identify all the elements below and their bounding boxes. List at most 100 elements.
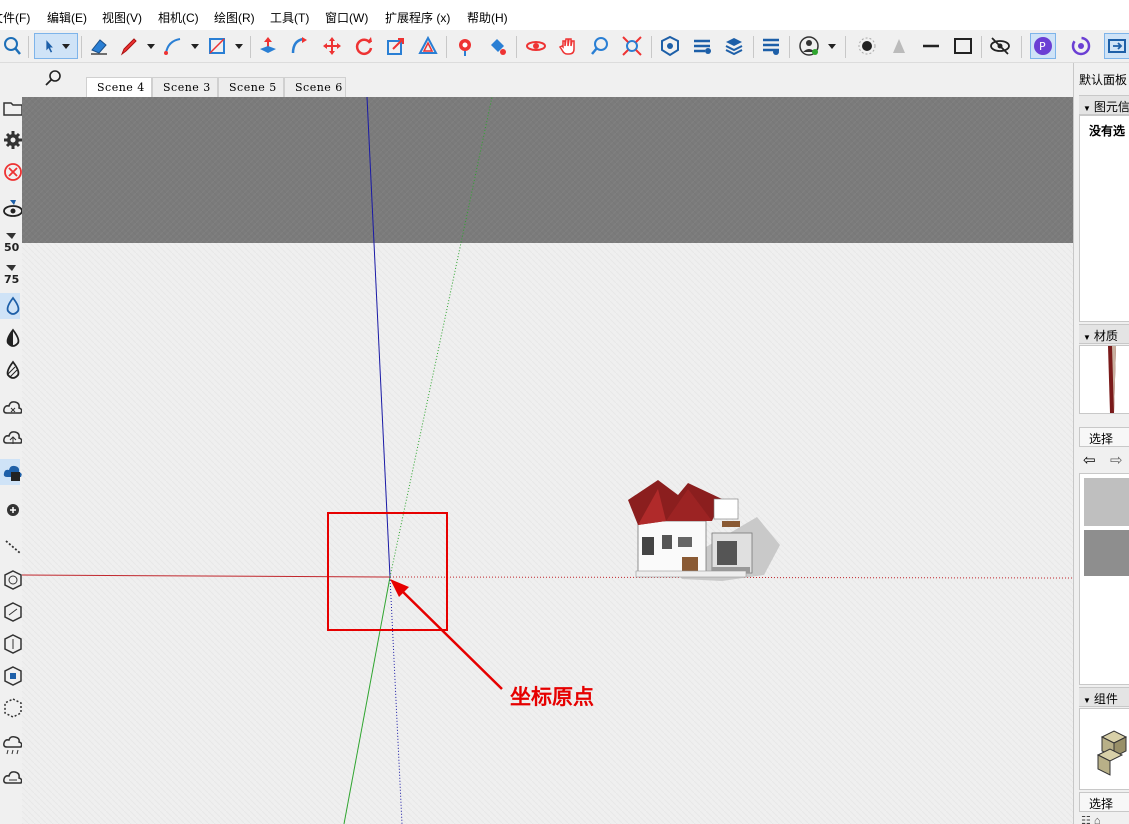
rotate-icon[interactable] xyxy=(351,33,377,59)
collapse-triangle-icon: ▼ xyxy=(1083,696,1091,705)
dotted-line-icon[interactable] xyxy=(0,533,21,559)
select-tool-button[interactable] xyxy=(34,33,78,59)
cancel-icon[interactable] xyxy=(0,159,22,185)
gear-icon[interactable] xyxy=(0,127,22,153)
collapse-triangle-icon: ▼ xyxy=(1083,104,1091,113)
tab-scene-3[interactable]: Scene 3 xyxy=(152,77,218,97)
3d-warehouse-icon[interactable] xyxy=(657,33,683,59)
hatched-drop-icon[interactable] xyxy=(0,357,20,383)
window-box-icon[interactable] xyxy=(950,33,976,59)
tab-scene-4[interactable]: Scene 4 xyxy=(86,77,152,97)
section-icon-5[interactable] xyxy=(0,695,22,721)
rectangle-icon[interactable] xyxy=(204,33,230,59)
collapse-triangle-icon: ▼ xyxy=(1083,333,1091,342)
menu-edit[interactable]: 编辑(E) xyxy=(47,9,87,26)
move-icon[interactable] xyxy=(319,33,345,59)
scene-tabs-bar: Scene 4 Scene 3 Scene 5 Scene 6 xyxy=(22,63,1073,97)
extension-warehouse-icon[interactable] xyxy=(689,33,715,59)
chevron-down-icon[interactable] xyxy=(233,33,245,59)
menu-view[interactable]: 视图(V) xyxy=(102,9,142,26)
model-viewport[interactable]: 坐标原点 xyxy=(22,97,1073,824)
material-swatch-icon xyxy=(1108,346,1116,413)
cloud-icon[interactable] xyxy=(0,765,23,791)
badge-75-icon[interactable]: 75 xyxy=(0,261,20,287)
components-header[interactable]: ▼ 组件 xyxy=(1079,687,1129,707)
materials-select-tab[interactable]: 选择 xyxy=(1079,427,1129,447)
cloud-upload-icon[interactable] xyxy=(0,425,23,451)
push-pull-icon[interactable] xyxy=(255,33,281,59)
component-cubes-icon xyxy=(1096,730,1128,776)
pan-icon[interactable] xyxy=(555,33,581,59)
eye-icon[interactable] xyxy=(0,195,23,221)
menu-file[interactable]: 文件(F) xyxy=(0,9,30,26)
chevron-down-icon[interactable] xyxy=(145,33,157,59)
menu-draw[interactable]: 绘图(R) xyxy=(214,9,255,26)
layerout-icon[interactable] xyxy=(721,33,747,59)
scale-icon[interactable] xyxy=(383,33,409,59)
menu-extensions[interactable]: 扩展程序 (x) xyxy=(385,9,450,26)
hide-eye-icon[interactable] xyxy=(987,33,1013,59)
origin-annotation-label: 坐标原点 xyxy=(510,685,594,709)
svg-text:50: 50 xyxy=(4,241,20,253)
profile-icon[interactable] xyxy=(796,33,822,59)
view-options-icon[interactable]: ☷ ⌂ xyxy=(1081,814,1101,824)
orbit-icon[interactable] xyxy=(523,33,549,59)
material-preview xyxy=(1079,345,1129,414)
cloud-rain-icon[interactable] xyxy=(0,733,23,759)
plugin-next-icon[interactable] xyxy=(1104,33,1129,59)
cloud-x-icon[interactable] xyxy=(0,395,23,421)
cloud-sync-icon[interactable] xyxy=(0,459,22,485)
plus-icon[interactable] xyxy=(0,497,20,523)
shadow-dot-icon[interactable] xyxy=(854,33,880,59)
shadow-triangle-icon[interactable] xyxy=(886,33,912,59)
zoom-icon[interactable] xyxy=(0,33,24,59)
menu-window[interactable]: 窗口(W) xyxy=(325,9,368,26)
viewport-overlay xyxy=(22,97,1073,824)
component-preview xyxy=(1079,708,1129,790)
line-style-icon[interactable] xyxy=(918,33,944,59)
search-icon[interactable] xyxy=(44,69,64,89)
back-arrow-icon[interactable]: ⇦ xyxy=(1083,451,1096,469)
pencil-line-icon[interactable] xyxy=(116,33,142,59)
section-icon-2[interactable] xyxy=(0,599,22,625)
paint-bucket-icon[interactable] xyxy=(484,33,510,59)
material-list xyxy=(1079,473,1129,685)
chevron-down-icon[interactable] xyxy=(826,33,838,59)
materials-header[interactable]: ▼ 材质 xyxy=(1079,324,1129,344)
material-thumb[interactable] xyxy=(1084,530,1129,576)
chevron-down-icon xyxy=(62,44,70,49)
zoom-extents-icon[interactable] xyxy=(619,33,645,59)
tab-scene-5[interactable]: Scene 5 xyxy=(218,77,284,97)
zoom-view-icon[interactable] xyxy=(587,33,613,59)
follow-me-icon[interactable] xyxy=(287,33,313,59)
arc-icon[interactable] xyxy=(160,33,186,59)
main-toolbar: P xyxy=(0,30,1129,63)
entity-info-header[interactable]: ▼ 图元信 xyxy=(1079,95,1129,115)
extension-manager-icon[interactable] xyxy=(758,33,784,59)
section-icon-4[interactable] xyxy=(0,663,22,689)
menu-bar: 文件(F) 编辑(E) 视图(V) 相机(C) 绘图(R) 工具(T) 窗口(W… xyxy=(0,0,1129,30)
offset-icon[interactable] xyxy=(415,33,441,59)
svg-text:75: 75 xyxy=(4,273,19,285)
half-drop-icon[interactable] xyxy=(0,325,20,351)
plugin-spin-icon[interactable] xyxy=(1068,33,1094,59)
section-icon-3[interactable] xyxy=(0,631,22,657)
components-select-tab[interactable]: 选择 xyxy=(1079,792,1129,812)
menu-help[interactable]: 帮助(H) xyxy=(467,9,508,26)
plugin-p-icon[interactable]: P xyxy=(1030,33,1056,59)
badge-50-icon[interactable]: 50 xyxy=(0,229,20,255)
forward-arrow-icon[interactable]: ⇨ xyxy=(1110,451,1123,469)
open-folder-icon[interactable] xyxy=(0,95,23,121)
chevron-down-icon[interactable] xyxy=(189,33,201,59)
tab-scene-6[interactable]: Scene 6 xyxy=(284,77,346,97)
no-selection-text: 没有选 xyxy=(1089,124,1126,138)
menu-tools[interactable]: 工具(T) xyxy=(270,9,309,26)
panel-title: 默认面板 xyxy=(1079,73,1128,87)
tape-measure-icon[interactable] xyxy=(452,33,478,59)
eraser-icon[interactable] xyxy=(86,33,112,59)
menu-camera[interactable]: 相机(C) xyxy=(158,9,199,26)
material-thumb[interactable] xyxy=(1084,478,1129,526)
section-icon[interactable] xyxy=(0,567,22,593)
drop-outline-icon[interactable] xyxy=(0,293,20,319)
svg-text:P: P xyxy=(1039,40,1046,53)
